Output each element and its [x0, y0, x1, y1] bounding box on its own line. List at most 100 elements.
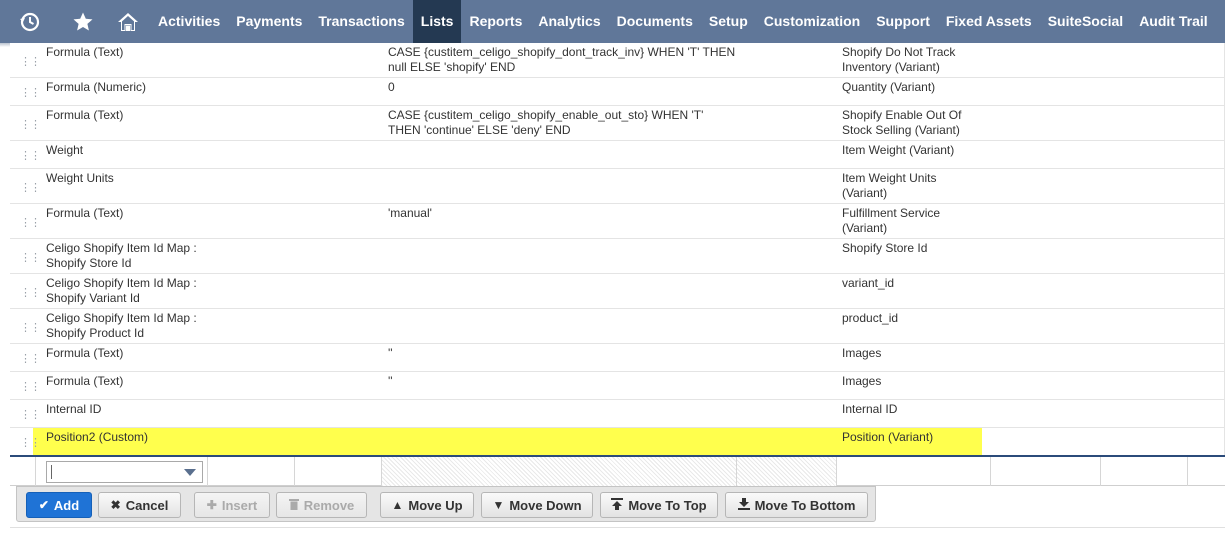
row-custom-label: Fulfillment Service (Variant) [842, 206, 941, 235]
table-row[interactable]: ⋮⋮ Formula (Text) 'manual' Fulfillment Serv… [10, 204, 1225, 239]
row-field: Formula (Numeric) [46, 80, 147, 94]
menu-setup[interactable]: Setup [701, 0, 756, 43]
row-field: Internal ID [46, 402, 102, 416]
menu-lists[interactable]: Lists [412, 0, 462, 43]
row-field: Formula (Text) [46, 206, 124, 220]
menu-fixed-assets[interactable]: Fixed Assets [938, 0, 1040, 43]
row-custom-label: product_id [842, 311, 899, 325]
drag-handle-icon[interactable]: ⋮⋮ [20, 286, 41, 299]
drag-handle-icon[interactable]: ⋮⋮ [20, 408, 41, 421]
move-to-bottom-icon [737, 498, 750, 512]
add-button[interactable]: ✔ Add [26, 492, 92, 518]
row-field: Weight Units [46, 171, 114, 185]
row-custom-label: Position (Variant) [842, 430, 934, 444]
menu-documents[interactable]: Documents [609, 0, 701, 43]
edit-row-cell [1101, 457, 1188, 486]
edit-row-cell-disabled [737, 457, 837, 486]
row-formula: '' [388, 374, 393, 388]
close-icon: ✖ [110, 498, 121, 512]
row-custom-label: Item Weight (Variant) [842, 143, 955, 157]
drag-handle-icon[interactable]: ⋮⋮ [20, 216, 41, 229]
move-to-top-icon [611, 498, 624, 512]
row-custom-label: Shopify Do Not Track Inventory (Variant) [842, 45, 956, 74]
recent-records-button[interactable] [0, 0, 60, 43]
add-button-label: Add [53, 497, 80, 513]
move-down-button[interactable]: ▼ Move Down [481, 492, 593, 518]
insert-button[interactable]: ✚ Insert [194, 492, 270, 518]
drag-handle-icon[interactable]: ⋮⋮ [20, 181, 41, 194]
edit-row-label-cell [837, 457, 991, 486]
move-down-button-label: Move Down [509, 497, 582, 513]
field-select[interactable] [46, 461, 203, 483]
drag-handle-icon[interactable]: ⋮⋮ [20, 118, 41, 131]
drag-handle-icon[interactable]: ⋮⋮ [20, 55, 41, 68]
drag-handle-icon[interactable]: ⋮⋮ [20, 149, 41, 162]
table-row[interactable]: ⋮⋮ Weight Units Item Weight Units (Variant… [10, 169, 1225, 204]
edit-row-handle-cell [10, 457, 36, 486]
edit-row-cell [991, 457, 1101, 486]
chevron-down-icon[interactable] [184, 469, 196, 476]
drag-handle-icon[interactable]: ⋮⋮ [20, 380, 41, 393]
remove-button[interactable]: Remove [276, 492, 367, 518]
menu-suitesocial[interactable]: SuiteSocial [1040, 0, 1131, 43]
row-field: Formula (Text) [46, 374, 124, 388]
drag-handle-icon[interactable]: ⋮⋮ [20, 86, 41, 99]
home-button[interactable] [105, 0, 150, 43]
row-formula: CASE {custitem_celigo_shopify_dont_track… [388, 45, 736, 74]
menu-analytics[interactable]: Analytics [530, 0, 608, 43]
drag-handle-icon[interactable]: ⋮⋮ [20, 352, 41, 365]
row-field: Celigo Shopify Item Id Map : Shopify Pro… [46, 311, 197, 340]
plus-icon: ✚ [206, 498, 217, 512]
table-row[interactable]: ⋮⋮ Weight Item Weight (Variant) [10, 141, 1225, 169]
menu-transactions[interactable]: Transactions [310, 0, 412, 43]
row-custom-label: Quantity (Variant) [842, 80, 936, 94]
move-to-bottom-button-label: Move To Bottom [754, 497, 856, 513]
drag-handle-icon[interactable]: ⋮⋮ [20, 321, 41, 334]
drag-handle-icon[interactable]: ⋮⋮ [20, 251, 41, 264]
cancel-button-label: Cancel [125, 497, 169, 513]
row-formula: 'manual' [388, 206, 432, 220]
table-row[interactable]: ⋮⋮ Formula (Numeric) 0 Quantity (Variant) [10, 78, 1225, 106]
row-field: Weight [46, 143, 84, 157]
move-to-top-button-label: Move To Top [628, 497, 707, 513]
edit-row-cell [208, 457, 295, 486]
menu-support[interactable]: Support [868, 0, 938, 43]
top-nav: Activities Payments Transactions Lists R… [0, 0, 1225, 43]
row-field: Position2 (Custom) [46, 430, 149, 444]
table-row[interactable]: ⋮⋮ Formula (Text) '' Images [10, 372, 1225, 400]
insert-button-label: Insert [221, 497, 258, 513]
menu-reports[interactable]: Reports [461, 0, 530, 43]
table-row[interactable]: ⋮⋮ Formula (Text) '' Images [10, 344, 1225, 372]
row-custom-label: Internal ID [842, 402, 898, 416]
table-row[interactable]: ⋮⋮ Celigo Shopify Item Id Map : Shopify V… [10, 274, 1225, 309]
main-menu: Activities Payments Transactions Lists R… [150, 0, 1216, 43]
move-up-button[interactable]: ▲ Move Up [380, 492, 474, 518]
cancel-button[interactable]: ✖ Cancel [98, 492, 181, 518]
row-formula: '' [388, 346, 393, 360]
table-row[interactable]: ⋮⋮ Formula (Text) CASE {custitem_celigo_sh… [10, 43, 1225, 78]
table-row[interactable]: ⋮⋮ Celigo Shopify Item Id Map : Shopify S… [10, 239, 1225, 274]
table-row[interactable]: ⋮⋮ Internal ID Internal ID [10, 400, 1225, 428]
table-row[interactable]: ⋮⋮ Celigo Shopify Item Id Map : Shopify P… [10, 309, 1225, 344]
move-to-bottom-button[interactable]: Move To Bottom [725, 492, 868, 518]
edit-row-formula-cell-disabled [382, 457, 737, 486]
row-custom-label: Shopify Enable Out Of Stock Selling (Var… [842, 108, 962, 137]
star-icon [73, 12, 92, 30]
shortcuts-button[interactable] [60, 0, 105, 43]
table-row[interactable]: ⋮⋮ Position2 (Custom) Position (Variant) [10, 428, 1225, 456]
row-custom-label: Images [842, 374, 882, 388]
drag-handle-icon[interactable]: ⋮⋮ [20, 436, 41, 449]
menu-customization[interactable]: Customization [756, 0, 868, 43]
table-row[interactable]: ⋮⋮ Formula (Text) CASE {custitem_celigo_sh… [10, 106, 1225, 141]
menu-activities[interactable]: Activities [150, 0, 228, 43]
move-to-top-button[interactable]: Move To Top [600, 492, 718, 518]
menu-audit-trail[interactable]: Audit Trail [1131, 0, 1215, 43]
row-custom-label: variant_id [842, 276, 895, 290]
move-up-button-label: Move Up [408, 497, 463, 513]
row-field: Formula (Text) [46, 45, 124, 59]
checkmark-icon: ✔ [38, 498, 49, 512]
row-formula: 0 [388, 80, 395, 94]
trash-icon [288, 498, 299, 512]
menu-payments[interactable]: Payments [228, 0, 310, 43]
arrow-up-icon: ▲ [391, 498, 404, 512]
